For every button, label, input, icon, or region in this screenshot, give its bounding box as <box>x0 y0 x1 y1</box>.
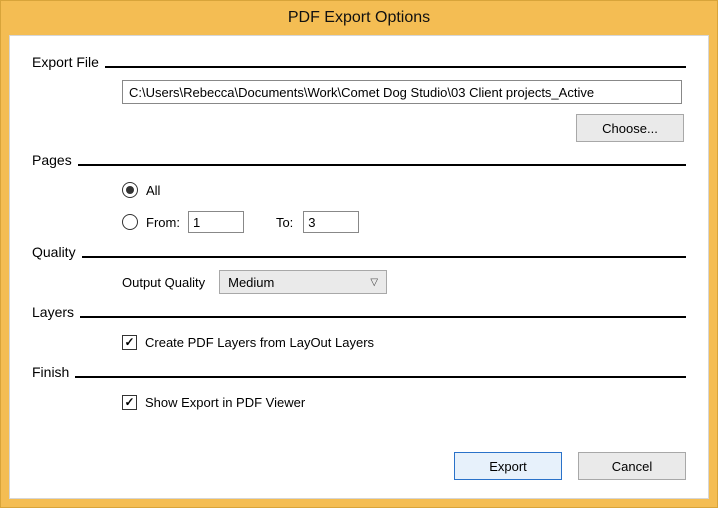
export-button[interactable]: Export <box>454 452 562 480</box>
output-quality-value: Medium <box>228 275 274 290</box>
to-label: To: <box>276 215 293 230</box>
divider <box>78 164 686 166</box>
section-export-file-header: Export File <box>32 54 686 72</box>
finish-body: Show Export in PDF Viewer <box>32 390 686 414</box>
radio-all-label: All <box>146 183 160 198</box>
choose-row: Choose... <box>32 114 686 142</box>
cancel-button[interactable]: Cancel <box>578 452 686 480</box>
section-label-export-file: Export File <box>32 54 105 72</box>
layers-check-row: Create PDF Layers from LayOut Layers <box>122 330 686 354</box>
radio-from-label: From: <box>146 215 180 230</box>
dialog-content: Export File Choose... Pages All From: To… <box>9 35 709 499</box>
create-layers-label: Create PDF Layers from LayOut Layers <box>145 335 374 350</box>
chevron-down-icon: ▽ <box>370 277 378 288</box>
output-quality-label: Output Quality <box>122 275 205 290</box>
layers-body: Create PDF Layers from LayOut Layers <box>32 330 686 354</box>
export-path-input[interactable] <box>122 80 682 104</box>
quality-body: Output Quality Medium ▽ <box>32 270 686 294</box>
section-finish-header: Finish <box>32 364 686 382</box>
dialog-window: PDF Export Options Export File Choose...… <box>0 0 718 508</box>
section-label-layers: Layers <box>32 304 80 322</box>
section-quality-header: Quality <box>32 244 686 262</box>
create-layers-checkbox[interactable] <box>122 335 137 350</box>
pages-all-row: All <box>122 178 686 202</box>
show-export-checkbox[interactable] <box>122 395 137 410</box>
to-input[interactable] <box>303 211 359 233</box>
title-bar: PDF Export Options <box>1 1 717 35</box>
section-label-quality: Quality <box>32 244 82 262</box>
radio-all[interactable] <box>122 182 138 198</box>
divider <box>105 66 686 68</box>
section-pages-header: Pages <box>32 152 686 170</box>
section-label-finish: Finish <box>32 364 75 382</box>
quality-row: Output Quality Medium ▽ <box>122 270 686 294</box>
pages-from-row: From: To: <box>122 210 686 234</box>
dialog-title: PDF Export Options <box>288 9 430 27</box>
section-label-pages: Pages <box>32 152 78 170</box>
export-file-body <box>32 80 686 104</box>
finish-check-row: Show Export in PDF Viewer <box>122 390 686 414</box>
divider <box>75 376 686 378</box>
choose-button[interactable]: Choose... <box>576 114 684 142</box>
divider <box>82 256 686 258</box>
divider <box>80 316 686 318</box>
from-input[interactable] <box>188 211 244 233</box>
output-quality-select[interactable]: Medium ▽ <box>219 270 387 294</box>
section-layers-header: Layers <box>32 304 686 322</box>
radio-from[interactable] <box>122 214 138 230</box>
dialog-buttons: Export Cancel <box>454 452 686 480</box>
pages-body: All From: To: <box>32 178 686 234</box>
show-export-label: Show Export in PDF Viewer <box>145 395 305 410</box>
